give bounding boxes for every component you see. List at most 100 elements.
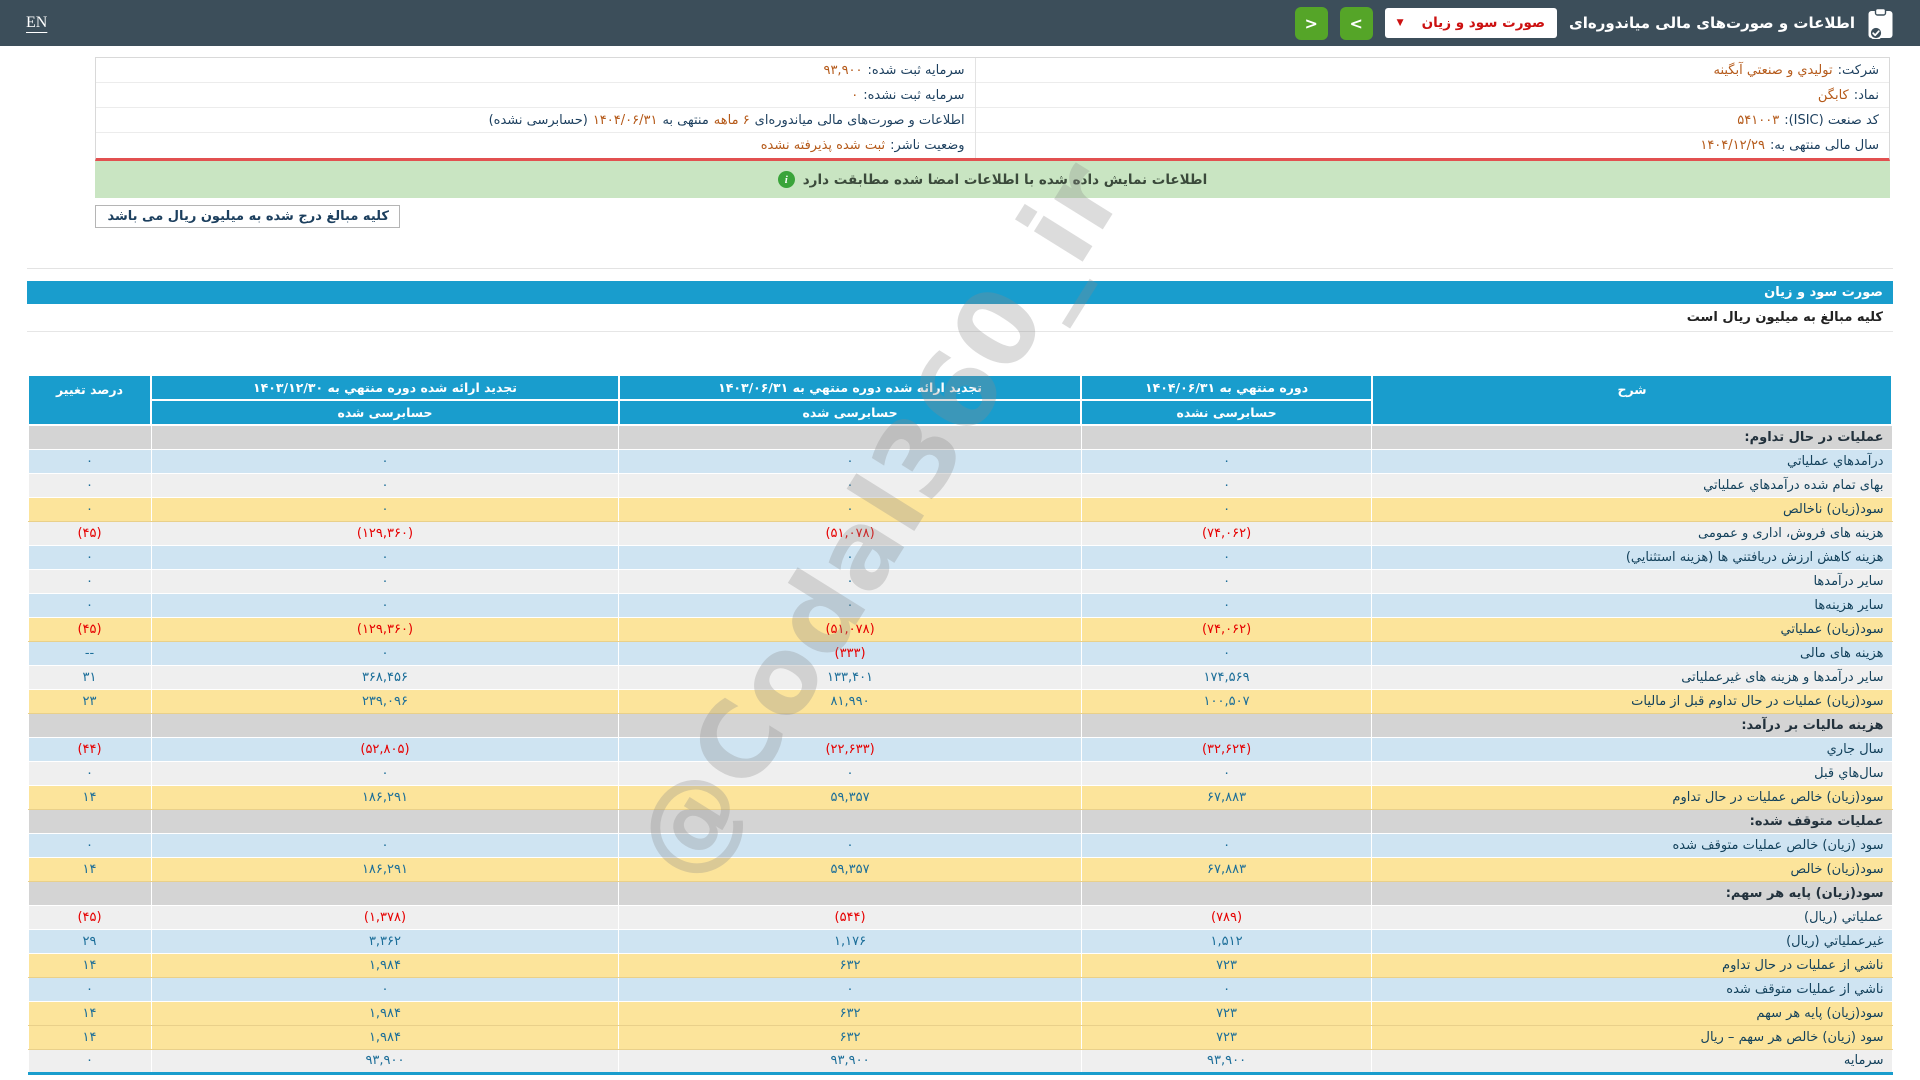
row-label: ناشي از عملیات متوقف شده [1372, 977, 1892, 1001]
row-value: ۰ [28, 977, 151, 1001]
row-value: ۷۲۳ [1081, 1001, 1372, 1025]
row-value: (۴۵) [28, 617, 151, 641]
row-value: ۱۴ [28, 857, 151, 881]
row-value: ۳۶۸,۴۵۶ [151, 665, 619, 689]
row-value: ۱۸۶,۲۹۱ [151, 785, 619, 809]
income-statement-table: شرح دوره منتهي به ۱۴۰۴/۰۶/۳۱ تجدید ارائه… [27, 374, 1893, 1075]
row-value: ۰ [28, 497, 151, 521]
amounts-unit-note-box: کلیه مبالغ درج شده به میلیون ریال می باش… [95, 205, 400, 228]
row-value: ۰ [151, 569, 619, 593]
statement-unit-note: کلیه مبالغ به میلیون ریال است [27, 304, 1893, 332]
unregistered-capital-label: سرمایه ثبت نشده: [863, 88, 964, 103]
row-value: ۰ [1081, 449, 1372, 473]
row-value: ۷۲۳ [1081, 953, 1372, 977]
statement-section-row: عملیات متوقف شده: [28, 809, 1892, 833]
top-bar: اطلاعات و صورت‌های مالی میاندوره‌ای صورت… [0, 0, 1920, 46]
row-value: ۳۱ [28, 665, 151, 689]
chevron-left-icon: < [1304, 14, 1317, 33]
statement-table-header: شرح دوره منتهي به ۱۴۰۴/۰۶/۳۱ تجدید ارائه… [28, 375, 1892, 425]
statement-row: سال‌هاي قبل۰۰۰۰ [28, 761, 1892, 785]
clipboard-check-icon [1867, 8, 1894, 39]
language-toggle-link[interactable]: EN [26, 14, 47, 32]
row-value [151, 881, 619, 905]
row-value [28, 809, 151, 833]
statement-row: سایر درآمدها و هزینه های غیرعملیاتی۱۷۴,۵… [28, 665, 1892, 689]
row-value: ۰ [151, 761, 619, 785]
company-info-left-column: سرمایه ثبت شده: ۹۳,۹۰۰ سرمایه ثبت نشده: … [96, 58, 975, 158]
row-value: ۶۳۲ [619, 1001, 1081, 1025]
row-value: ۰ [1081, 569, 1372, 593]
row-value [619, 713, 1081, 737]
row-value: ۰ [151, 473, 619, 497]
row-label: هزینه های فروش، اداری و عمومی [1372, 521, 1892, 545]
row-value: ۰ [1081, 761, 1372, 785]
isic-label: کد صنعت (ISIC): [1784, 113, 1879, 128]
row-value [28, 713, 151, 737]
row-label: سود(زیان) خالص عملیات در حال تداوم [1372, 785, 1892, 809]
symbol-value: کابگن [1818, 88, 1849, 103]
row-value: ۱۴ [28, 1025, 151, 1049]
statement-row: بهای تمام شده درآمدهاي عملیاتي۰۰۰۰ [28, 473, 1892, 497]
row-value: ۲۳ [28, 689, 151, 713]
column-header-restated-yearend: تجدید ارائه شده دوره منتهي به ۱۴۰۳/۱۲/۳۰ [151, 375, 619, 400]
prev-statement-button[interactable]: < [1295, 7, 1328, 40]
row-value: (۱۲۹,۳۶۰) [151, 521, 619, 545]
unregistered-capital-value: ۰ [851, 88, 858, 103]
row-value: (۱,۳۷۸) [151, 905, 619, 929]
statement-row: سال جاري(۳۲,۶۲۴)(۲۲,۶۳۳)(۵۲,۸۰۵)(۴۴) [28, 737, 1892, 761]
row-value: (۷۸۹) [1081, 905, 1372, 929]
row-value: ۶۷,۸۸۳ [1081, 857, 1372, 881]
row-value: (۵۴۴) [619, 905, 1081, 929]
row-value: ۱,۹۸۴ [151, 1001, 619, 1025]
row-value: ۶۳۲ [619, 1025, 1081, 1049]
statement-row: غیرعملیاتي (ریال)۱,۵۱۲۱,۱۷۶۳,۳۶۲۲۹ [28, 929, 1892, 953]
statement-row: هزینه های مالی۰(۳۳۳)۰-- [28, 641, 1892, 665]
row-value: ۰ [619, 593, 1081, 617]
fiscal-year-label: سال مالی منتهی به: [1770, 138, 1879, 153]
row-value: (۳۲,۶۲۴) [1081, 737, 1372, 761]
row-value: ۶۳۲ [619, 953, 1081, 977]
row-value: ۱۳۳,۴۰۱ [619, 665, 1081, 689]
row-value: ۰ [151, 593, 619, 617]
row-label: عملیات متوقف شده: [1372, 809, 1892, 833]
column-header-current-period: دوره منتهي به ۱۴۰۴/۰۶/۳۱ [1081, 375, 1372, 400]
row-label: هزینه مالیات بر درآمد: [1372, 713, 1892, 737]
row-value: ۹۳,۹۰۰ [151, 1049, 619, 1073]
row-value: ۰ [619, 497, 1081, 521]
signature-match-banner: اطلاعات نمایش داده شده با اطلاعات امضا ش… [95, 161, 1890, 198]
row-value: ۰ [619, 473, 1081, 497]
row-value: ۰ [1081, 545, 1372, 569]
statement-title-bar: صورت سود و زیان [27, 281, 1893, 304]
next-statement-button[interactable]: > [1340, 7, 1373, 40]
row-value: ۸۱,۹۹۰ [619, 689, 1081, 713]
row-value [1081, 425, 1372, 449]
statement-section-row: عملیات در حال تداوم: [28, 425, 1892, 449]
period-end-date: ۱۴۰۴/۰۶/۳۱ [593, 113, 658, 128]
row-value: ۰ [619, 761, 1081, 785]
row-value: (۵۱,۰۷۸) [619, 521, 1081, 545]
row-value: ۱۸۶,۲۹۱ [151, 857, 619, 881]
statement-row: درآمدهاي عملیاتي۰۰۰۰ [28, 449, 1892, 473]
statement-row: سود (زیان) خالص هر سهم – ریال۷۲۳۶۳۲۱,۹۸۴… [28, 1025, 1892, 1049]
row-value: ۱,۹۸۴ [151, 1025, 619, 1049]
statement-type-dropdown[interactable]: صورت سود و زیان ▼ [1385, 8, 1557, 38]
row-value: (۱۲۹,۳۶۰) [151, 617, 619, 641]
row-label: عملیاتي (ریال) [1372, 905, 1892, 929]
row-value: ۱,۵۱۲ [1081, 929, 1372, 953]
publisher-status-row: وضعیت ناشر: ثبت شده پذیرفته نشده [96, 133, 975, 158]
statement-row: سود(زیان) ناخالص۰۰۰۰ [28, 497, 1892, 521]
row-value: ۶۷,۸۸۳ [1081, 785, 1372, 809]
row-value: ۰ [619, 569, 1081, 593]
row-value: ۰ [619, 977, 1081, 1001]
row-value [1081, 713, 1372, 737]
row-value: ۹۳,۹۰۰ [619, 1049, 1081, 1073]
statement-row: ناشي از عملیات متوقف شده۰۰۰۰ [28, 977, 1892, 1001]
fiscal-year-row: سال مالی منتهی به: ۱۴۰۴/۱۲/۲۹ [976, 133, 1889, 158]
row-value: ۰ [1081, 833, 1372, 857]
row-label: سود(زیان) عملیاتي [1372, 617, 1892, 641]
unregistered-capital-row: سرمایه ثبت نشده: ۰ [96, 83, 975, 108]
row-value: (۴۴) [28, 737, 151, 761]
registered-capital-label: سرمایه ثبت شده: [868, 63, 965, 78]
row-value: ۰ [28, 761, 151, 785]
company-value: تولیدي و صنعتي آبگینه [1713, 63, 1832, 78]
